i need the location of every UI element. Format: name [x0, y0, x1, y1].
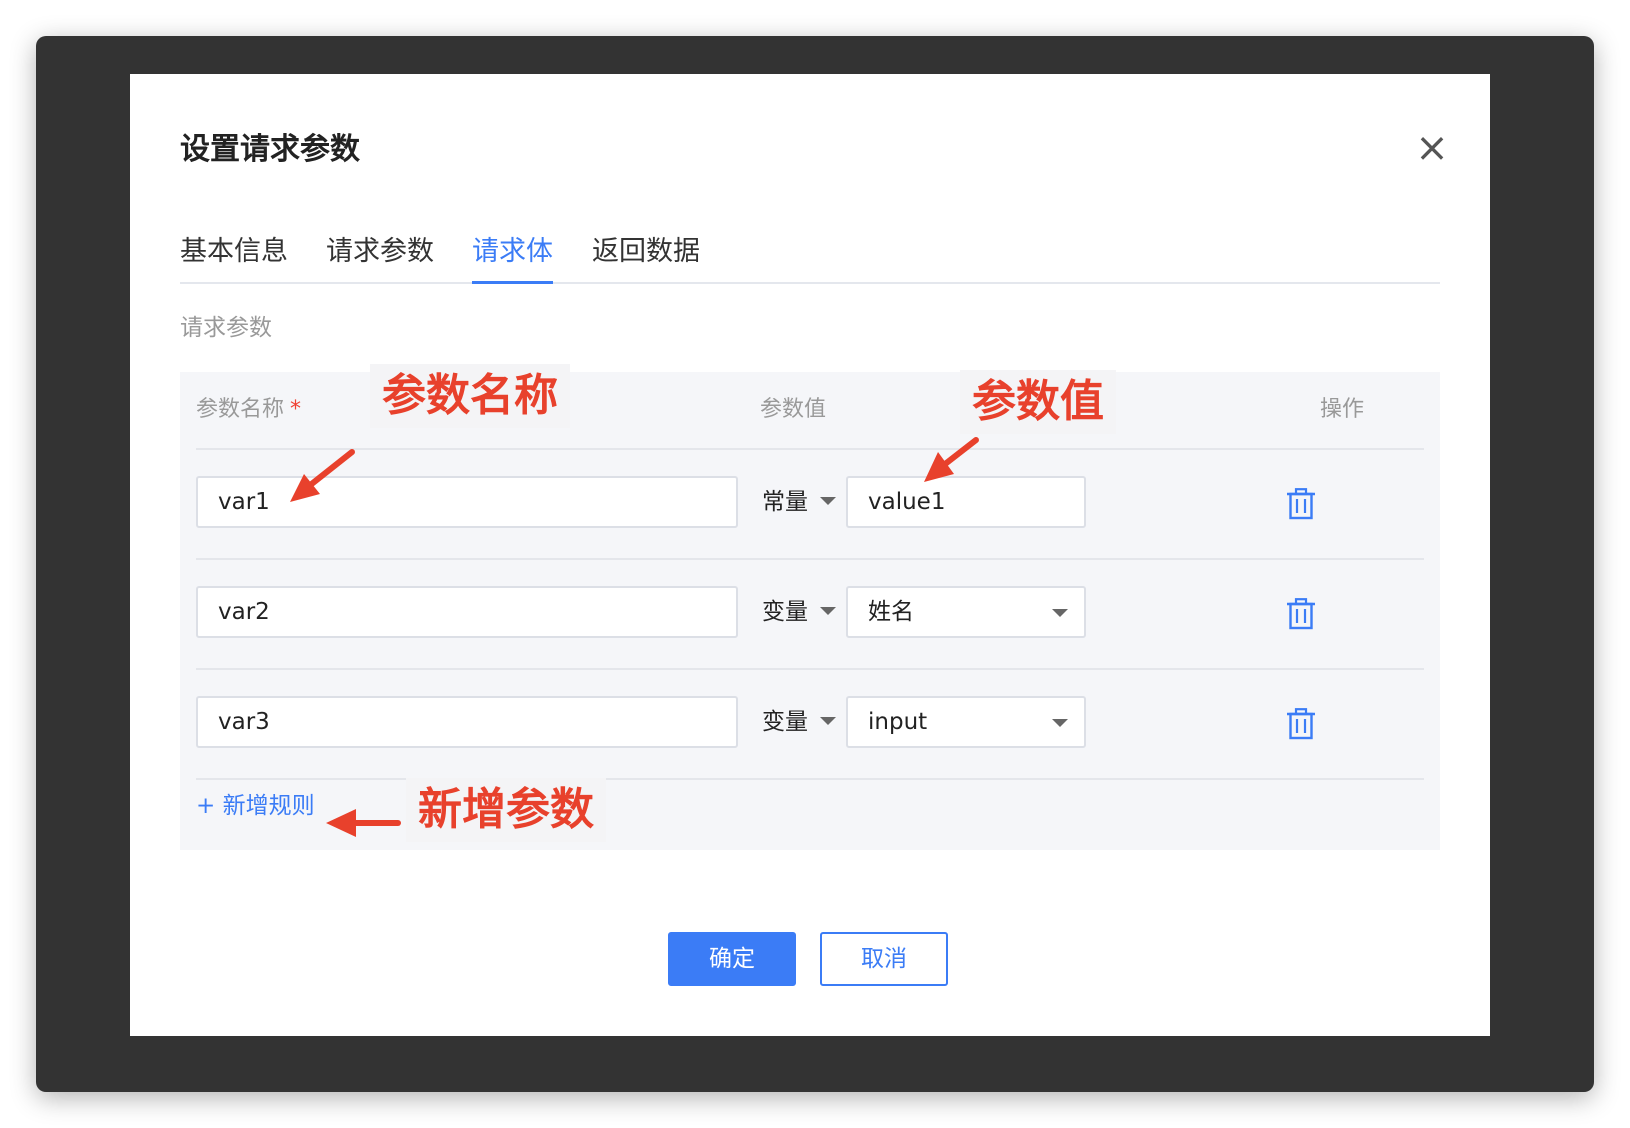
confirm-button[interactable]: 确定: [668, 932, 796, 986]
trash-icon[interactable]: [1286, 488, 1316, 520]
divider: [196, 668, 1424, 670]
param-type-label: 变量: [762, 709, 808, 735]
header-param-name: 参数名称 *: [196, 394, 301, 426]
add-rule-link[interactable]: + 新增规则: [196, 790, 315, 822]
annotation-param-name: 参数名称: [370, 364, 570, 428]
param-value-select[interactable]: input: [846, 696, 1086, 748]
header-param-value: 参数值: [760, 397, 827, 422]
caret-down-icon: [820, 496, 836, 505]
table-row: var3 变量 input: [180, 696, 1440, 752]
annotation-param-value: 参数值: [960, 370, 1116, 434]
section-label: 请求参数: [180, 315, 272, 341]
trash-icon[interactable]: [1286, 708, 1316, 740]
param-value-selected: 姓名: [868, 599, 914, 625]
param-value-selected: input: [868, 709, 928, 735]
params-table: 参数名称 * 参数值 操作 var1 常量 value1 var2 变量 姓名 …: [180, 372, 1440, 850]
required-mark: *: [290, 397, 302, 422]
table-row: var1 常量 value1: [180, 476, 1440, 532]
param-type-select[interactable]: 变量: [762, 596, 836, 628]
caret-down-icon: [1052, 609, 1068, 617]
caret-down-icon: [820, 716, 836, 725]
tab-bar: 基本信息 请求参数 请求体 返回数据: [180, 232, 1440, 284]
close-icon[interactable]: ×: [1412, 128, 1452, 168]
param-name-input[interactable]: var1: [196, 476, 738, 528]
param-name-input[interactable]: var2: [196, 586, 738, 638]
annotation-add-param: 新增参数: [406, 778, 606, 842]
tab-request-body[interactable]: 请求体: [472, 232, 553, 284]
header-action: 操作: [1320, 397, 1365, 422]
dialog-title: 设置请求参数: [180, 132, 360, 167]
param-value-input[interactable]: value1: [846, 476, 1086, 528]
param-value-select[interactable]: 姓名: [846, 586, 1086, 638]
header-param-name-text: 参数名称: [196, 397, 285, 422]
trash-icon[interactable]: [1286, 598, 1316, 630]
divider: [196, 778, 1424, 780]
param-name-input[interactable]: var3: [196, 696, 738, 748]
param-type-label: 变量: [762, 599, 808, 625]
caret-down-icon: [1052, 719, 1068, 727]
param-type-label: 常量: [762, 489, 808, 515]
tab-request-params[interactable]: 请求参数: [326, 232, 434, 282]
dialog: 设置请求参数 × 基本信息 请求参数 请求体 返回数据 请求参数 参数名称 * 参…: [130, 74, 1490, 1036]
param-type-select[interactable]: 变量: [762, 706, 836, 738]
divider: [196, 558, 1424, 560]
tab-basic-info[interactable]: 基本信息: [180, 232, 288, 282]
param-type-select[interactable]: 常量: [762, 486, 836, 518]
table-row: var2 变量 姓名: [180, 586, 1440, 642]
divider: [196, 448, 1424, 450]
tab-response-data[interactable]: 返回数据: [592, 232, 700, 282]
cancel-button[interactable]: 取消: [820, 932, 948, 986]
caret-down-icon: [820, 606, 836, 615]
